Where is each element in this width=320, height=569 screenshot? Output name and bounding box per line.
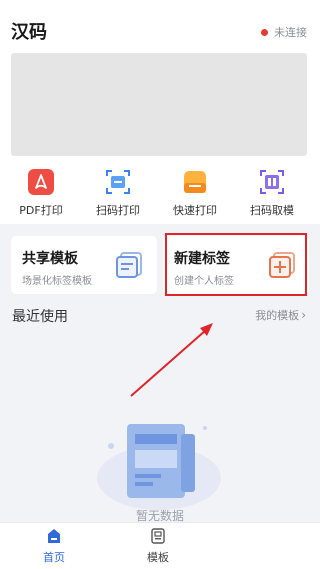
template-icon — [151, 528, 165, 544]
shared-templates-card[interactable]: 共享模板 场景化标签模板 — [11, 236, 157, 294]
nav-item-templates[interactable]: 模板 — [108, 523, 208, 569]
scan-template-button[interactable]: 扫码取模 — [237, 168, 307, 218]
top-section: 汉码 未连接 PDF打印 扫码打印 快速打印 扫码取模 — [0, 0, 320, 224]
quick-action-label: 快速打印 — [173, 204, 217, 217]
pdf-icon — [28, 169, 54, 195]
scan-print-button[interactable]: 扫码打印 — [83, 168, 153, 218]
pdf-print-button[interactable]: PDF打印 — [6, 168, 76, 218]
connection-status-label: 未连接 — [274, 26, 307, 39]
quick-action-label: PDF打印 — [19, 204, 63, 217]
card-subtitle: 场景化标签模板 — [22, 276, 92, 287]
quick-actions: PDF打印 扫码打印 快速打印 扫码取模 — [0, 168, 320, 218]
nav-item-home[interactable]: 首页 — [4, 523, 104, 569]
scan-template-icon — [260, 170, 284, 194]
app-title: 汉码 — [11, 22, 47, 43]
bottom-nav: 首页 模板 — [0, 522, 320, 569]
quick-print-button[interactable]: 快速打印 — [160, 168, 230, 218]
status-dot-icon — [261, 28, 268, 36]
recent-section-title: 最近使用 — [12, 309, 68, 325]
home-icon — [48, 529, 60, 543]
printer-icon — [184, 171, 206, 193]
my-templates-link[interactable]: 我的模板 › — [255, 307, 306, 323]
quick-action-label: 扫码取模 — [250, 204, 294, 217]
app-screen: 汉码 未连接 PDF打印 扫码打印 快速打印 扫码取模 共享模板 场景化标签模板… — [0, 0, 320, 569]
connection-status[interactable]: 未连接 — [261, 24, 307, 40]
banner[interactable] — [11, 53, 307, 156]
nav-label: 首页 — [43, 551, 65, 564]
card-title: 共享模板 — [22, 251, 78, 267]
chevron-right-icon: › — [301, 308, 306, 322]
nav-label: 模板 — [147, 551, 169, 564]
header: 汉码 未连接 — [0, 0, 320, 48]
quick-action-label: 扫码打印 — [96, 204, 140, 217]
highlight-box — [165, 233, 307, 296]
my-templates-label: 我的模板 — [255, 309, 300, 322]
template-stack-icon — [116, 252, 142, 278]
empty-data-illustration-icon — [97, 424, 221, 510]
scan-print-icon — [106, 170, 130, 194]
